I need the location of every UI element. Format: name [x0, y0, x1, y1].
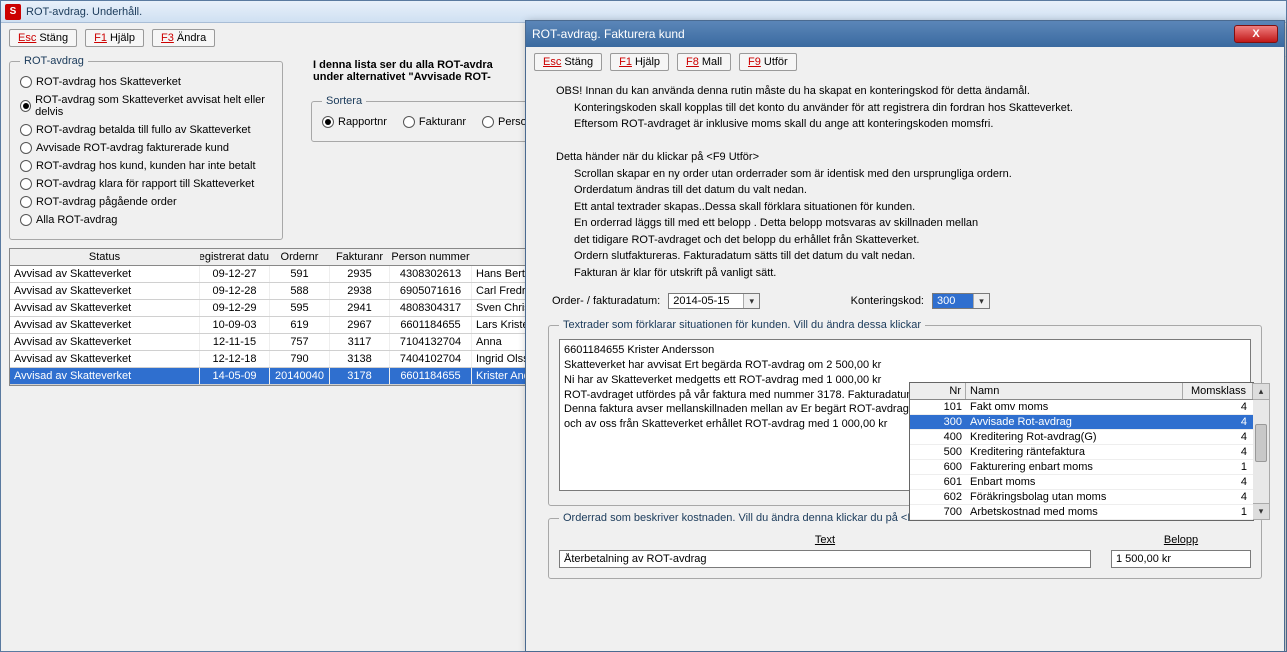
help-button[interactable]: F1Hjälp [85, 29, 144, 47]
dialog-help-button[interactable]: F1Hjälp [610, 53, 669, 71]
konteringskod-dropdown[interactable]: Nr Namn Momsklass 101Fakt omv moms4300Av… [909, 382, 1254, 521]
radio-icon [20, 142, 32, 154]
filter-radio[interactable]: ROT-avdrag klara för rapport till Skatte… [20, 175, 272, 193]
order-text-label: Text [559, 534, 1091, 546]
date-label: Order- / fakturadatum: [552, 295, 660, 307]
dropdown-item[interactable]: 601Enbart moms4 [910, 475, 1253, 490]
sort-radio[interactable]: Rapportnr [322, 113, 387, 131]
dialog-close-button[interactable]: EscStäng [534, 53, 602, 71]
dropdown-item[interactable]: 500Kreditering räntefaktura4 [910, 445, 1253, 460]
close-button[interactable]: EscStäng [9, 29, 77, 47]
edit-button[interactable]: F3Ändra [152, 29, 215, 47]
filter-label: Alla ROT-avdrag [36, 214, 117, 226]
filter-label: ROT-avdrag som Skatteverket avvisat helt… [35, 94, 272, 118]
sort-radio[interactable]: Fakturanr [403, 113, 466, 131]
date-field[interactable] [669, 294, 743, 308]
radio-icon [482, 116, 494, 128]
filter-radio[interactable]: ROT-avdrag betalda till fullo av Skattev… [20, 121, 272, 139]
info-text: OBS! Innan du kan använda denna rutin må… [526, 75, 1284, 289]
konteringskod-combo[interactable] [932, 293, 990, 309]
filter-radio[interactable]: ROT-avdrag pågående order [20, 193, 272, 211]
filter-legend: ROT-avdrag [20, 55, 88, 67]
dropdown-item[interactable]: 101Fakt omv moms4 [910, 400, 1253, 415]
col-regdate[interactable]: Registrerat datum [200, 249, 270, 265]
main-title: ROT-avdrag. Underhåll. [26, 6, 142, 18]
col-status[interactable]: Status [10, 249, 200, 265]
filter-label: ROT-avdrag betalda till fullo av Skattev… [36, 124, 251, 136]
orderrow-legend: Orderrad som beskriver kostnaden. Vill d… [559, 512, 954, 524]
chevron-down-icon[interactable] [743, 294, 759, 308]
col-namn[interactable]: Namn [966, 383, 1183, 399]
dropdown-item[interactable]: 600Fakturering enbart moms1 [910, 460, 1253, 475]
radio-icon [20, 196, 32, 208]
radio-icon [20, 178, 32, 190]
radio-icon [20, 214, 32, 226]
filter-label: ROT-avdrag pågående order [36, 196, 177, 208]
filter-label: ROT-avdrag hos kund, kunden har inte bet… [36, 160, 256, 172]
dropdown-item[interactable]: 400Kreditering Rot-avdrag(G)4 [910, 430, 1253, 445]
filter-radio[interactable]: Alla ROT-avdrag [20, 211, 272, 229]
col-faktura[interactable]: Fakturanr [330, 249, 390, 265]
filter-label: ROT-avdrag klara för rapport till Skatte… [36, 178, 254, 190]
col-order[interactable]: Ordernr [270, 249, 330, 265]
radio-icon [20, 124, 32, 136]
filter-label: ROT-avdrag hos Skatteverket [36, 76, 181, 88]
radio-icon [20, 160, 32, 172]
filter-label: Avvisade ROT-avdrag fakturerade kund [36, 142, 229, 154]
scroll-up-icon[interactable] [1253, 384, 1269, 400]
radio-icon [322, 116, 334, 128]
filter-radio[interactable]: ROT-avdrag som Skatteverket avvisat helt… [20, 91, 272, 121]
col-person[interactable]: Person nummer [390, 249, 472, 265]
close-icon[interactable]: X [1234, 25, 1278, 43]
order-amount-input[interactable] [1111, 550, 1251, 568]
textlines-legend: Textrader som förklarar situationen för … [559, 319, 925, 331]
order-text-input[interactable] [559, 550, 1091, 568]
dropdown-item[interactable]: 602Föräkringsbolag utan moms4 [910, 490, 1253, 505]
execute-button[interactable]: F9Utför [739, 53, 797, 71]
sort-legend: Sortera [322, 95, 366, 107]
template-button[interactable]: F8Mall [677, 53, 731, 71]
radio-icon [403, 116, 415, 128]
order-amount-label: Belopp [1111, 534, 1251, 546]
dialog-titlebar: ROT-avdrag. Fakturera kund X [526, 21, 1284, 47]
dialog-toolbar: EscStäng F1Hjälp F8Mall F9Utför [526, 47, 1284, 75]
app-icon: S [5, 4, 21, 20]
dropdown-item[interactable]: 700Arbetskostnad med moms1 [910, 505, 1253, 520]
sort-label: Fakturanr [419, 116, 466, 128]
scroll-thumb[interactable] [1255, 424, 1267, 462]
dialog-title: ROT-avdrag. Fakturera kund [532, 27, 685, 41]
radio-icon [20, 76, 32, 88]
filter-radio[interactable]: Avvisade ROT-avdrag fakturerade kund [20, 139, 272, 157]
invoice-dialog: ROT-avdrag. Fakturera kund X EscStäng F1… [525, 20, 1285, 652]
dropdown-scrollbar[interactable] [1253, 383, 1270, 520]
filter-radio[interactable]: ROT-avdrag hos kund, kunden har inte bet… [20, 157, 272, 175]
orderrow-group: Orderrad som beskriver kostnaden. Vill d… [548, 512, 1262, 579]
kont-field[interactable] [933, 294, 973, 308]
sort-label: Rapportnr [338, 116, 387, 128]
radio-icon [20, 100, 31, 112]
kont-label: Konteringskod: [851, 295, 924, 307]
col-momsklass[interactable]: Momsklass [1183, 383, 1253, 399]
col-nr[interactable]: Nr [910, 383, 966, 399]
filter-group: ROT-avdrag ROT-avdrag hos Skatteverket RO… [9, 55, 283, 240]
dropdown-item[interactable]: 300Avvisade Rot-avdrag4 [910, 415, 1253, 430]
chevron-down-icon[interactable] [973, 294, 989, 308]
scroll-down-icon[interactable] [1253, 503, 1269, 519]
date-input[interactable] [668, 293, 760, 309]
dropdown-header: Nr Namn Momsklass [910, 383, 1253, 400]
filter-radio[interactable]: ROT-avdrag hos Skatteverket [20, 73, 272, 91]
